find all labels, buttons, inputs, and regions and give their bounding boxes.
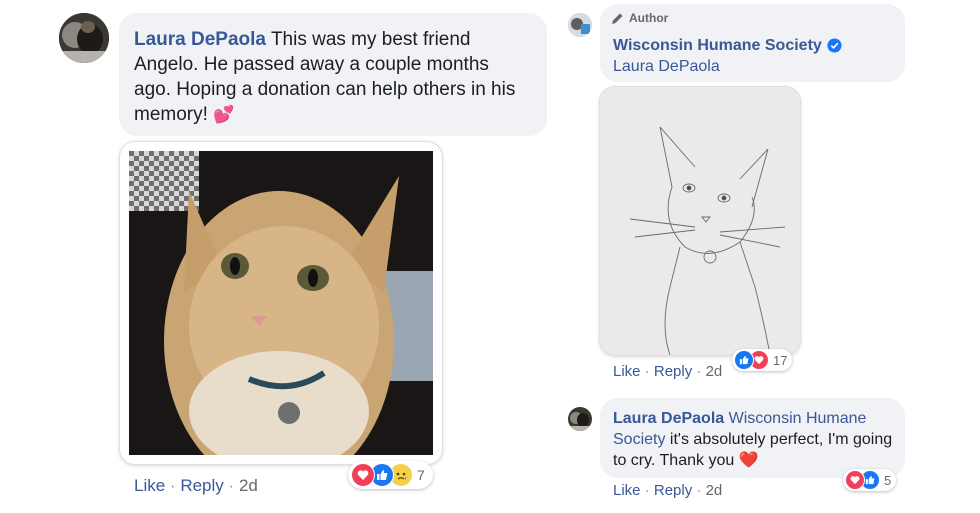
- reaction-count: 5: [884, 472, 892, 488]
- author-badge-label: Author: [629, 11, 669, 25]
- verified-icon: [827, 38, 842, 53]
- author-reply-actions: Like · Reply · 2d: [613, 363, 723, 380]
- author-reply-bubble: Author Wisconsin Humane Society Laura De…: [600, 4, 905, 82]
- like-link[interactable]: Like: [613, 363, 641, 380]
- pencil-icon: [612, 13, 623, 24]
- mention-link[interactable]: Laura DePaola: [613, 58, 720, 75]
- timestamp[interactable]: 2d: [706, 482, 723, 499]
- reply-actions: Like · Reply · 2d: [613, 482, 723, 499]
- reaction-summary[interactable]: 5: [843, 469, 897, 491]
- cat-sketch: [600, 87, 800, 355]
- comment-bubble: Laura DePaola This was my best friend An…: [119, 13, 547, 136]
- reply-link[interactable]: Reply: [654, 363, 692, 380]
- like-link[interactable]: Like: [134, 476, 165, 495]
- reply-link[interactable]: Reply: [180, 476, 223, 495]
- page-avatar[interactable]: [568, 13, 592, 37]
- commenter-avatar[interactable]: [568, 407, 592, 431]
- reaction-count: 7: [417, 467, 425, 483]
- cat-photo-attachment[interactable]: [119, 141, 443, 465]
- sketch-attachment[interactable]: [599, 86, 801, 356]
- reply-bubble: Laura DePaola Wisconsin Humane Society i…: [600, 398, 905, 478]
- love-icon: [845, 470, 865, 490]
- like-link[interactable]: Like: [613, 482, 641, 499]
- author-badge: Author: [611, 11, 668, 25]
- two-hearts-emoji: 💕: [213, 105, 235, 124]
- love-icon: [351, 463, 375, 487]
- heart-emoji: ❤️: [738, 452, 759, 469]
- comment-actions: Like · Reply · 2d: [134, 476, 258, 495]
- reply-link[interactable]: Reply: [654, 482, 692, 499]
- reply-author-link[interactable]: Laura DePaola: [613, 410, 724, 427]
- comment-author-link[interactable]: Laura DePaola: [134, 29, 266, 50]
- commenter-avatar[interactable]: [59, 13, 109, 63]
- cat-photo: [129, 151, 433, 455]
- timestamp[interactable]: 2d: [706, 363, 723, 380]
- page-name-link[interactable]: Wisconsin Humane Society: [613, 35, 822, 56]
- timestamp[interactable]: 2d: [239, 476, 258, 495]
- reaction-summary[interactable]: 17: [732, 349, 793, 371]
- reaction-count: 17: [773, 352, 788, 368]
- reaction-summary[interactable]: 7: [348, 461, 433, 489]
- like-icon: [734, 350, 754, 370]
